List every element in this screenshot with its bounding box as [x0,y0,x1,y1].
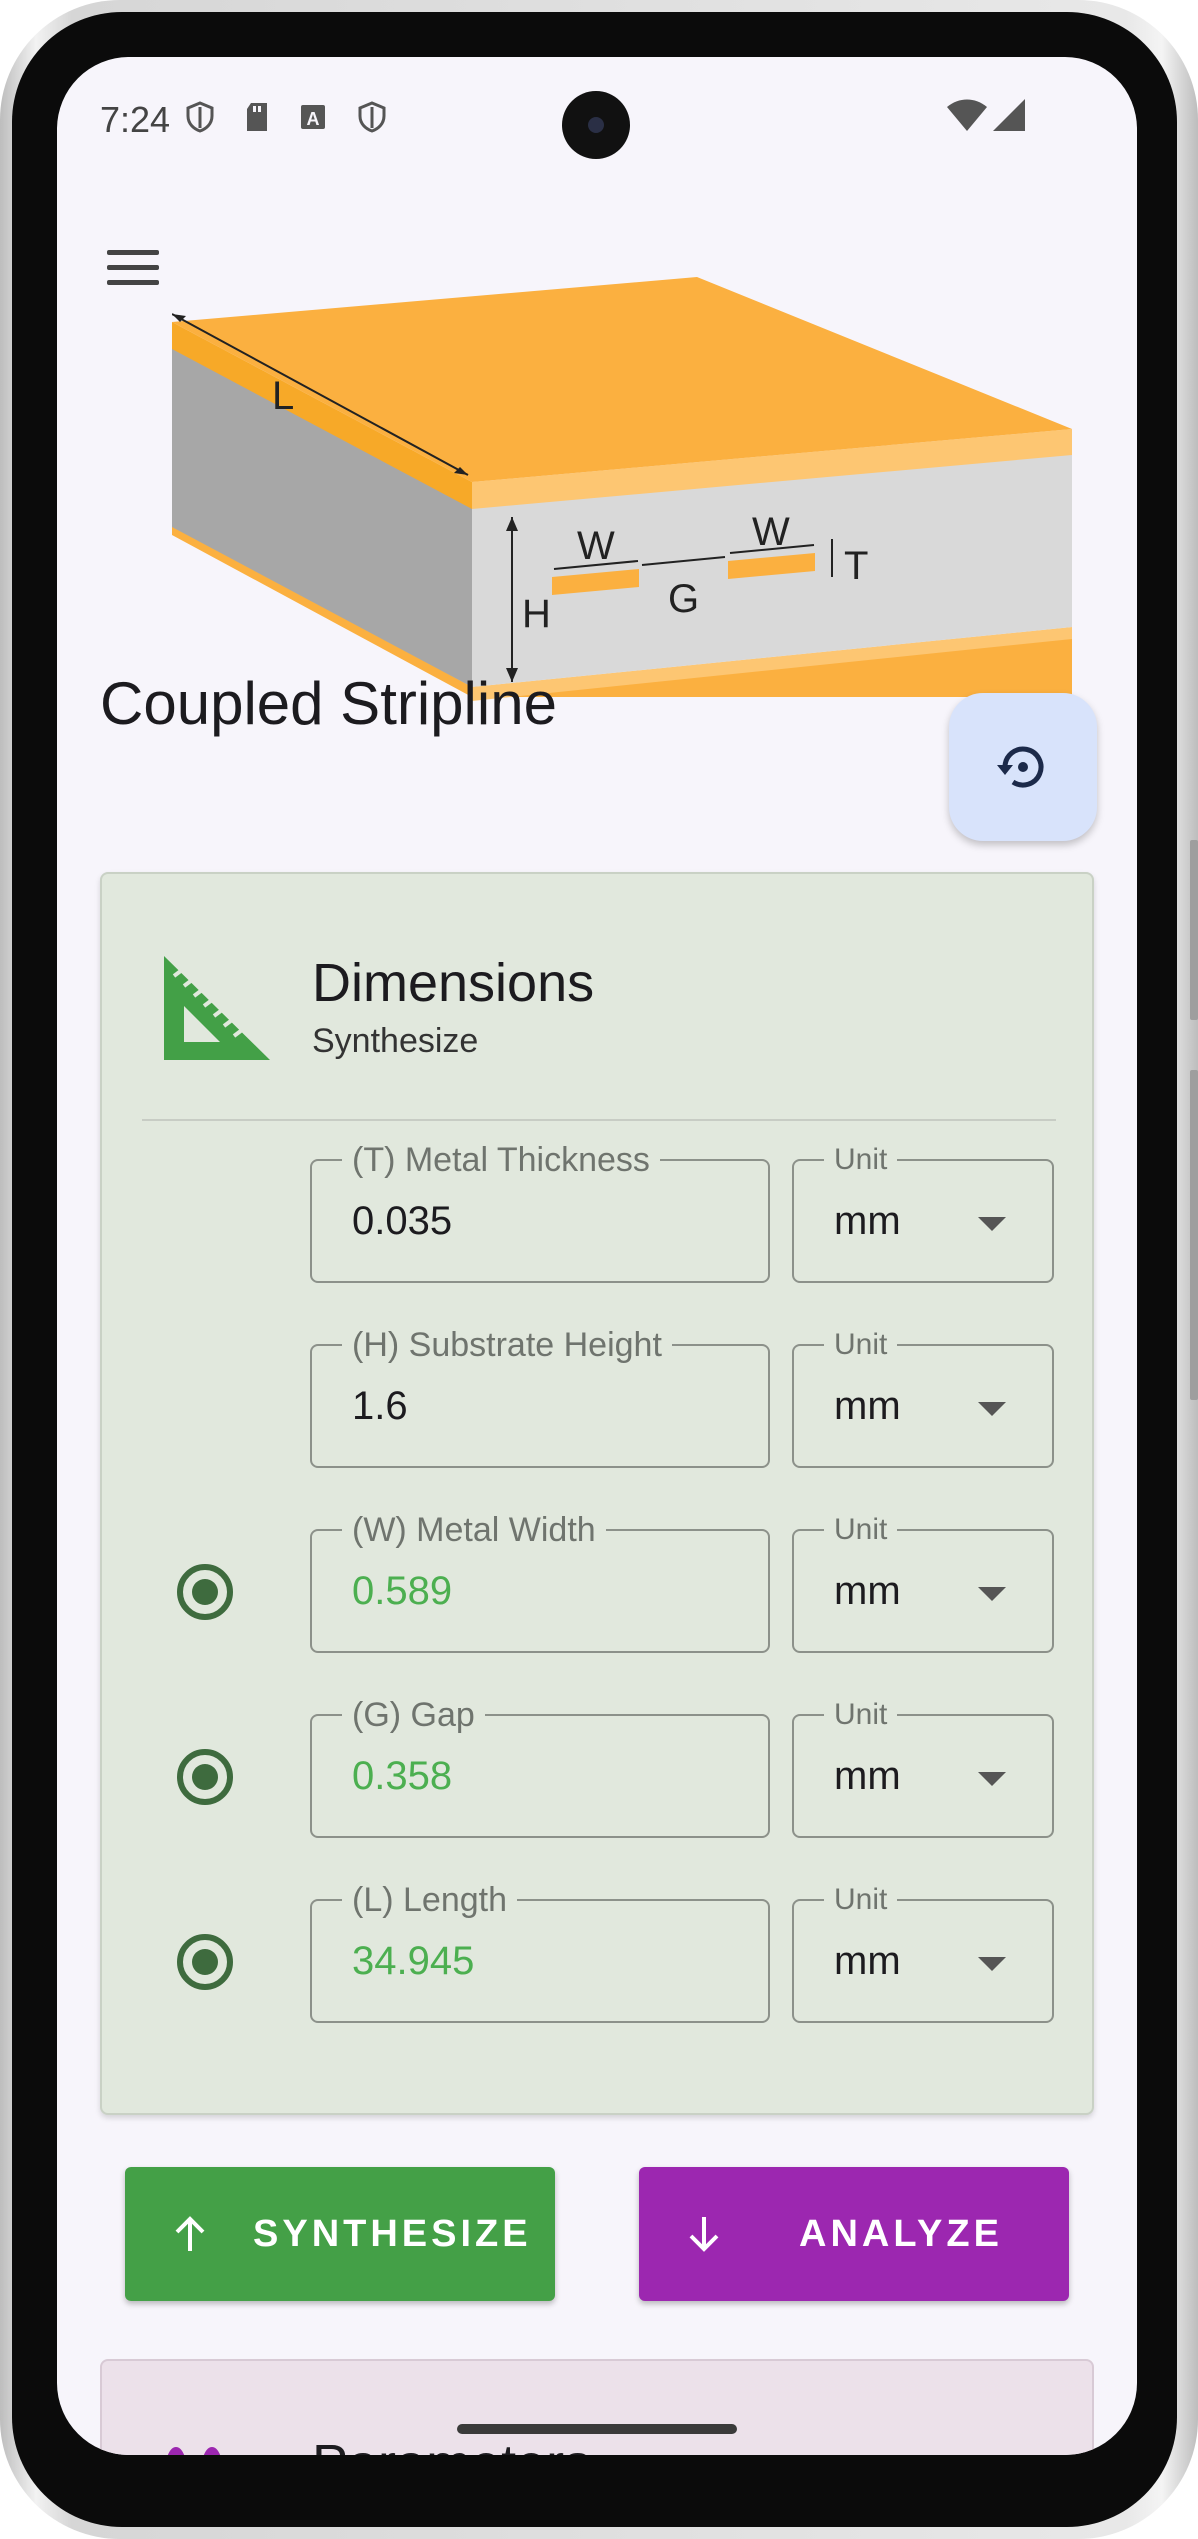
metal-thickness-field[interactable]: (T) Metal Thickness 0.035 [310,1142,770,1283]
unit-select[interactable]: Unit mm [792,1512,1054,1653]
field-row-length: (L) Length 34.945 Unit mm [102,1882,1096,2023]
substrate-height-field[interactable]: (H) Substrate Height 1.6 [310,1327,770,1468]
synthesize-target-radio[interactable] [177,1934,233,1990]
arrow-down-icon [689,2217,719,2252]
field-row-thickness: (T) Metal Thickness 0.035 Unit mm [102,1142,1096,1283]
shield-icon [358,101,386,133]
wifi-icon [947,99,987,131]
restore-history-icon [997,746,1044,788]
coupled-stripline-diagram: L H W G W T [172,277,1072,701]
parameters-card: Parameters [100,2359,1094,2455]
screen: 7:24 A L H W G W T Coupled Stripline Dim… [57,57,1137,2455]
synthesize-target-radio[interactable] [177,1749,233,1805]
field-value: 0.358 [352,1754,453,1798]
power-button [1190,1070,1198,1400]
volume-button [1190,840,1198,1020]
metal-width-field[interactable]: (W) Metal Width 0.589 [310,1512,770,1653]
cell-signal-icon [993,99,1025,131]
sd-card-icon [247,103,267,131]
unit-value: mm [834,1754,901,1798]
diagram-label-l: L [272,374,294,418]
a-box-icon: A [301,105,325,129]
unit-value: mm [834,1939,901,1983]
field-label: (W) Metal Width [342,1512,606,1548]
unit-label: Unit [824,1327,898,1363]
diagram-label-t: T [844,544,868,588]
field-value: 0.035 [352,1199,453,1243]
phone-frame: 7:24 A L H W G W T Coupled Stripline Dim… [0,0,1198,2539]
diagram-label-w1: W [577,524,615,568]
card-title: Dimensions [312,953,595,1013]
set-square-icon [164,956,270,1060]
field-value: 0.589 [352,1569,453,1613]
parameters-title: Parameters [312,2433,591,2455]
unit-value: mm [834,1384,901,1428]
field-label: (G) Gap [342,1697,485,1733]
status-bar: 7:24 A [57,57,1137,177]
diagram-label-w2: W [752,510,790,554]
restore-button[interactable] [949,693,1097,841]
divider [142,1119,1056,1121]
field-label: (L) Length [342,1882,517,1918]
field-label: (T) Metal Thickness [342,1142,660,1178]
unit-label: Unit [824,1512,898,1548]
unit-select[interactable]: Unit mm [792,1697,1054,1838]
dropdown-arrow-icon [978,1772,1006,1786]
diagram-label-g: G [668,577,699,621]
analyze-label: ANALYZE [799,2213,1003,2255]
unit-select[interactable]: Unit mm [792,1882,1054,2023]
field-value: 34.945 [352,1939,475,1983]
home-indicator[interactable] [457,2424,737,2434]
gap-field[interactable]: (G) Gap 0.358 [310,1697,770,1838]
field-label: (H) Substrate Height [342,1327,672,1363]
waveform-icon [167,2447,221,2455]
dropdown-arrow-icon [978,1217,1006,1231]
synthesize-button[interactable]: SYNTHESIZE [125,2167,555,2301]
dimensions-card: Dimensions Synthesize (T) Metal Thicknes… [100,872,1094,2115]
unit-select[interactable]: Unit mm [792,1142,1054,1283]
unit-label: Unit [824,1697,898,1733]
unit-value: mm [834,1199,901,1243]
length-field[interactable]: (L) Length 34.945 [310,1882,770,2023]
unit-label: Unit [824,1142,898,1178]
diagram-label-h: H [522,592,551,636]
status-time: 7:24 [100,99,171,140]
unit-value: mm [834,1569,901,1613]
dropdown-arrow-icon [978,1402,1006,1416]
unit-select[interactable]: Unit mm [792,1327,1054,1468]
field-value: 1.6 [352,1384,408,1428]
synthesize-label: SYNTHESIZE [253,2213,532,2255]
camera-cutout [562,91,630,159]
card-subtitle: Synthesize [312,1022,479,1060]
unit-label: Unit [824,1882,898,1918]
synthesize-target-radio[interactable] [177,1564,233,1620]
field-row-height: (H) Substrate Height 1.6 Unit mm [102,1327,1096,1468]
page-title: Coupled Stripline [100,670,557,737]
dropdown-arrow-icon [978,1957,1006,1971]
field-row-width: (W) Metal Width 0.589 Unit mm [102,1512,1096,1653]
shield-icon [186,101,214,133]
analyze-button[interactable]: ANALYZE [639,2167,1069,2301]
arrow-up-icon [175,2216,205,2251]
dropdown-arrow-icon [978,1587,1006,1601]
field-row-gap: (G) Gap 0.358 Unit mm [102,1697,1096,1838]
hamburger-menu-icon[interactable] [93,227,173,307]
svg-text:A: A [307,109,320,129]
